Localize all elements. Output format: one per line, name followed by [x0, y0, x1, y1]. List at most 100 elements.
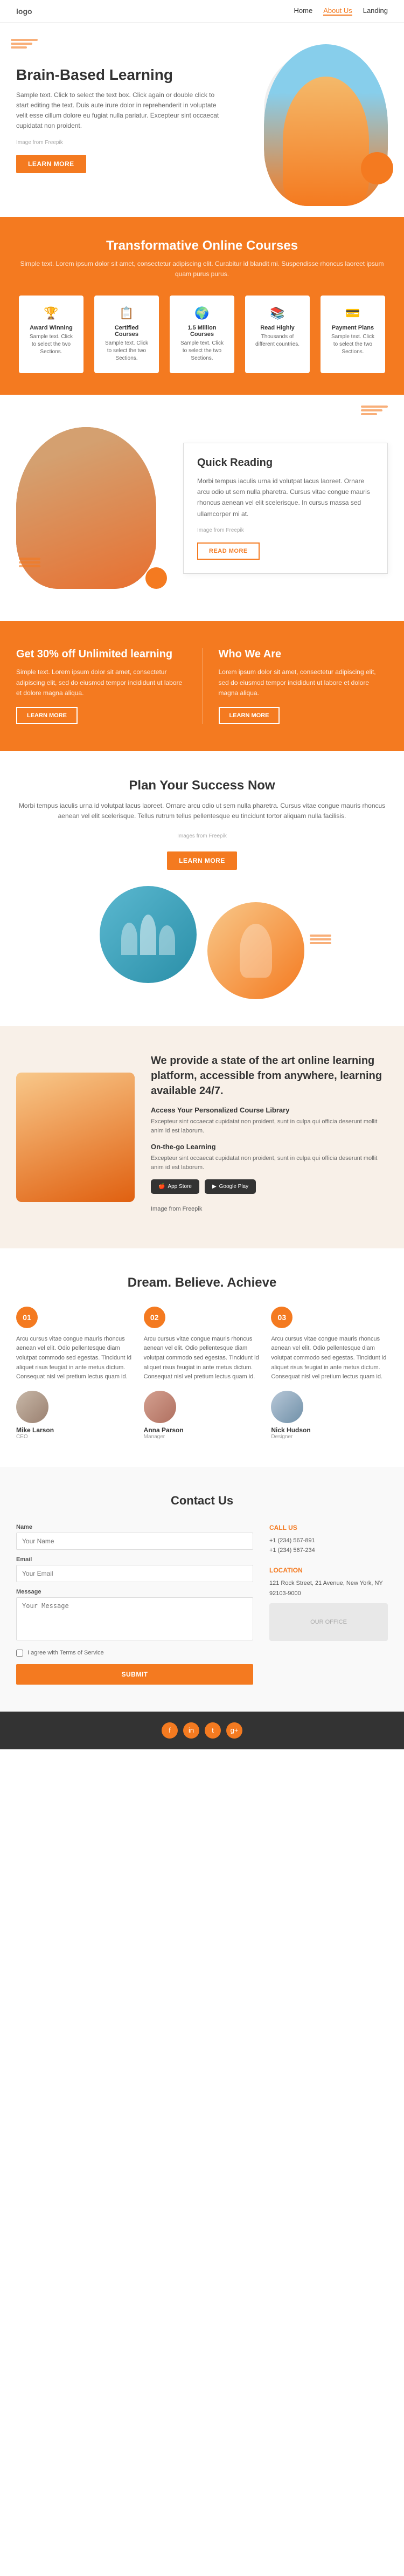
feature-payment-desc: Sample text. Click to select the two Sec… [329, 333, 377, 356]
feature-certified: 📋 Certified Courses Sample text. Click t… [94, 296, 159, 373]
twitter-icon[interactable]: t [205, 1722, 221, 1739]
footer-social: f in t g+ [16, 1722, 388, 1739]
call-us-block: CALL US +1 (234) 567-891 +1 (234) 567-23… [269, 1524, 388, 1556]
courses-subtitle: Simple text. Lorem ipsum dolor sit amet,… [16, 259, 388, 279]
feature-payment: 💳 Payment Plans Sample text. Click to se… [321, 296, 385, 373]
email-group: Email [16, 1556, 253, 1582]
location-title: LOCATION [269, 1567, 388, 1574]
qr-card: Quick Reading Morbi tempus iaculis urna … [183, 443, 388, 574]
million-icon: 🌍 [178, 306, 226, 320]
quick-reading-section: Quick Reading Morbi tempus iaculis urna … [0, 395, 404, 621]
payment-icon: 💳 [329, 306, 377, 320]
name-label: Name [16, 1524, 253, 1530]
app-img-credit: Image from Freepik [151, 1205, 388, 1214]
plan-img-credit: Images from Freepik [16, 832, 388, 841]
qr-title: Quick Reading [197, 457, 374, 469]
message-textarea[interactable] [16, 1597, 253, 1640]
courses-title: Transformative Online Courses [16, 238, 388, 253]
hero-image-area [237, 44, 388, 195]
hero-title: Brain-Based Learning [16, 66, 226, 84]
plan-images [16, 886, 388, 999]
app-person-bg [16, 1073, 135, 1202]
contact-title: Contact Us [16, 1494, 388, 1508]
feature-read: 📚 Read Highly Thousands of different cou… [245, 296, 310, 373]
plan-desc: Morbi tempus iaculis urna id volutpat la… [16, 801, 388, 821]
feature-million-desc: Sample text. Click to select the two Sec… [178, 340, 226, 362]
nav-home[interactable]: Home [294, 6, 313, 16]
qr-content: Quick Reading Morbi tempus iaculis urna … [183, 443, 388, 574]
hero-img-credit: Image from Freepik [16, 139, 226, 147]
courses-section: Transformative Online Courses Simple tex… [0, 217, 404, 395]
footer: f in t g+ [0, 1712, 404, 1749]
email-input[interactable] [16, 1565, 253, 1582]
two-col-right-desc: Lorem ipsum dolor sit amet, consectetur … [219, 667, 388, 698]
google-play-label: Google Play [219, 1184, 248, 1190]
group-silhouette [121, 915, 175, 955]
linkedin-icon[interactable]: in [183, 1722, 199, 1739]
two-col-left: Get 30% off Unlimited learning Simple te… [16, 648, 186, 724]
dream-title: Dream. Believe. Achieve [16, 1275, 388, 1290]
dream-text-2: Arcu cursus vitae congue mauris rhoncus … [144, 1335, 261, 1382]
terms-check: I agree with Terms of Service [16, 1650, 253, 1657]
two-col-left-title: Get 30% off Unlimited learning [16, 648, 186, 661]
hero-content: Brain-Based Learning Sample text. Click … [16, 66, 237, 174]
qr-read-more-button[interactable]: READ MORE [197, 542, 260, 560]
nav-links: Home About Us Landing [294, 6, 388, 16]
dream-name-2: Anna Parson [144, 1426, 261, 1434]
app-section2-desc: Excepteur sint occaecat cupidatat non pr… [151, 1154, 388, 1172]
two-col-right-btn[interactable]: LEARN MORE [219, 707, 280, 724]
feature-certified-title: Certified Courses [102, 325, 151, 338]
qr-img-credit: Image from Freepik [197, 526, 374, 535]
app-title: We provide a state of the art online lea… [151, 1053, 388, 1098]
terms-checkbox[interactable] [16, 1650, 23, 1657]
dream-num-1: 01 [16, 1307, 38, 1328]
contact-section: Contact Us Name Email Message I agree wi… [0, 1467, 404, 1712]
contact-info: CALL US +1 (234) 567-891 +1 (234) 567-23… [269, 1524, 388, 1685]
app-section1-desc: Excepteur sint occaecat cupidatat non pr… [151, 1117, 388, 1135]
feature-award-title: Award Winning [27, 325, 75, 331]
submit-button[interactable]: SUBMIT [16, 1664, 253, 1685]
feature-certified-desc: Sample text. Click to select the two Sec… [102, 340, 151, 362]
dream-role-2: Manager [144, 1434, 261, 1440]
feature-read-title: Read Highly [253, 325, 302, 331]
dream-text-1: Arcu cursus vitae congue mauris rhoncus … [16, 1335, 133, 1382]
hero-cta-button[interactable]: LEARN MORE [16, 155, 86, 173]
two-col-right: Who We Are Lorem ipsum dolor sit amet, c… [219, 648, 388, 724]
map-link[interactable]: OUR OFFICE [269, 1603, 388, 1641]
dream-num-2: 02 [144, 1307, 165, 1328]
feature-million-title: 1.5 Million Courses [178, 325, 226, 338]
nav-logo: logo [16, 7, 32, 16]
award-icon: 🏆 [27, 306, 75, 320]
nav-about[interactable]: About Us [323, 6, 352, 16]
wave-decor-qr-top [361, 406, 388, 415]
play-icon: ▶ [212, 1184, 217, 1190]
plan-title: Plan Your Success Now [16, 778, 388, 793]
app-section1-title: Access Your Personalized Course Library [151, 1106, 388, 1114]
col-divider [202, 648, 203, 724]
terms-label: I agree with Terms of Service [27, 1650, 104, 1656]
dream-item-2: 02 Arcu cursus vitae congue mauris rhonc… [144, 1307, 261, 1440]
plan-learn-more-button[interactable]: LEARN MORE [167, 851, 237, 870]
dream-role-1: CEO [16, 1434, 133, 1440]
qr-orange-dot [145, 567, 167, 589]
feature-award: 🏆 Award Winning Sample text. Click to se… [19, 296, 83, 373]
feature-payment-title: Payment Plans [329, 325, 377, 331]
facebook-icon[interactable]: f [162, 1722, 178, 1739]
google-play-button[interactable]: ▶ Google Play [205, 1179, 256, 1194]
name-group: Name [16, 1524, 253, 1550]
contact-inner: Name Email Message I agree with Terms of… [16, 1524, 388, 1685]
dream-avatar-1 [16, 1391, 48, 1423]
feature-award-desc: Sample text. Click to select the two Sec… [27, 333, 75, 356]
google-icon[interactable]: g+ [226, 1722, 242, 1739]
address: 121 Rock Street, 21 Avenue, New York, NY… [269, 1578, 388, 1598]
call-us-title: CALL US [269, 1524, 388, 1531]
dream-role-3: Designer [271, 1434, 388, 1440]
read-icon: 📚 [253, 306, 302, 320]
name-input[interactable] [16, 1533, 253, 1550]
app-store-button[interactable]: 🍎 App Store [151, 1179, 199, 1194]
nav-landing[interactable]: Landing [363, 6, 388, 16]
email-label: Email [16, 1556, 253, 1563]
two-col-right-title: Who We Are [219, 648, 388, 661]
two-col-left-btn[interactable]: LEARN MORE [16, 707, 78, 724]
navigation: logo Home About Us Landing [0, 0, 404, 23]
